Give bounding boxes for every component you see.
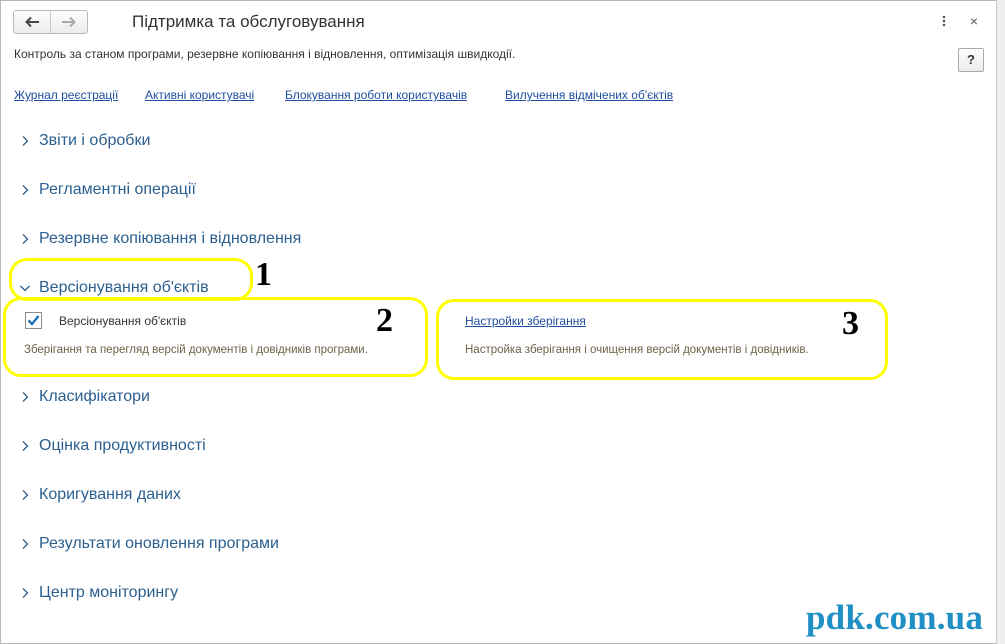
chevron-right-icon	[18, 390, 32, 404]
annotation-number-2: 2	[376, 302, 393, 339]
arrow-right-icon	[62, 16, 76, 28]
highlight-box-2	[3, 297, 428, 377]
history-nav	[13, 10, 88, 34]
section-update-results[interactable]: Результати оновлення програми	[18, 533, 279, 555]
chevron-right-icon	[18, 232, 32, 246]
section-scheduled-operations[interactable]: Регламентні операції	[18, 179, 196, 201]
link-event-log[interactable]: Журнал реєстрації	[14, 88, 118, 102]
page-title: Підтримка та обслуговування	[132, 12, 365, 31]
section-monitoring-center[interactable]: Центр моніторингу	[18, 582, 178, 604]
page-subtitle: Контроль за станом програми, резервне ко…	[14, 47, 516, 61]
close-button[interactable]: ×	[966, 12, 982, 30]
more-vertical-icon	[942, 15, 946, 27]
section-label: Оцінка продуктивності	[39, 437, 206, 454]
help-button[interactable]: ?	[958, 48, 984, 72]
chevron-right-icon	[18, 183, 32, 197]
highlight-box-1	[9, 258, 253, 301]
link-lock-users[interactable]: Блокування роботи користувачів	[285, 88, 467, 102]
section-backup[interactable]: Резервне копіювання і відновлення	[18, 228, 301, 250]
section-label: Коригування даних	[39, 486, 181, 503]
annotation-number-1: 1	[255, 256, 272, 293]
section-label: Резервне копіювання і відновлення	[39, 230, 302, 247]
annotation-number-3: 3	[842, 305, 859, 342]
chevron-right-icon	[18, 134, 32, 148]
section-label: Центр моніторингу	[39, 584, 179, 601]
chevron-right-icon	[18, 586, 32, 600]
section-data-correction[interactable]: Коригування даних	[18, 484, 181, 506]
section-label: Регламентні операції	[39, 181, 196, 198]
link-delete-marked[interactable]: Вилучення відмічених об'єктів	[505, 88, 673, 102]
window-right-edge	[996, 0, 1005, 644]
chevron-right-icon	[18, 488, 32, 502]
section-label: Звіти і обробки	[39, 132, 151, 149]
section-reports[interactable]: Звіти і обробки	[18, 130, 150, 152]
section-label: Класифікатори	[39, 388, 150, 405]
link-active-users[interactable]: Активні користувачі	[145, 88, 254, 102]
forward-button[interactable]	[50, 11, 87, 33]
more-menu-button[interactable]	[938, 13, 950, 29]
highlight-box-3	[436, 299, 888, 380]
section-performance[interactable]: Оцінка продуктивності	[18, 435, 206, 457]
watermark: pdk.com.ua	[806, 598, 984, 637]
chevron-right-icon	[18, 537, 32, 551]
section-classifiers[interactable]: Класифікатори	[18, 386, 150, 408]
chevron-right-icon	[18, 439, 32, 453]
arrow-left-icon	[25, 16, 39, 28]
section-label: Результати оновлення програми	[39, 535, 279, 552]
back-button[interactable]	[14, 11, 50, 33]
